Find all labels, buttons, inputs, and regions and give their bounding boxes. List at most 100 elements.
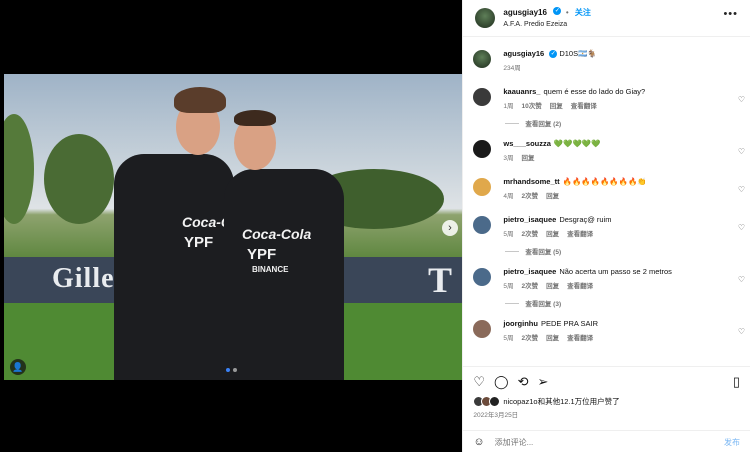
post-button[interactable]: 发布	[724, 437, 740, 448]
reply-button[interactable]: 回复	[522, 152, 535, 162]
comment-username[interactable]: pietro_isaquee	[503, 215, 556, 224]
player-right	[224, 169, 344, 380]
avatar[interactable]	[475, 8, 496, 28]
comment-icon[interactable]: ◯	[494, 374, 509, 390]
emoji-icon[interactable]: ☺	[473, 436, 484, 448]
comment-likes[interactable]: 2次赞	[522, 332, 539, 342]
like-icon[interactable]: ♡	[473, 374, 485, 390]
comment-time: 3周	[503, 155, 514, 162]
likes-summary[interactable]: nicopaz1o和其他12.1万位用户赞了	[463, 390, 750, 407]
instagram-post-modal: Gillette T Coca-Cola YPF Coca-Cola YPF B…	[0, 0, 750, 452]
avatar[interactable]	[473, 320, 492, 338]
like-comment-icon[interactable]: ♡	[738, 223, 745, 232]
verified-badge-icon: ✓	[549, 50, 558, 59]
like-comment-icon[interactable]: ♡	[738, 327, 745, 336]
comment-time: 5周	[503, 231, 514, 238]
comment-likes[interactable]: 2次赞	[522, 280, 539, 290]
comment-item: mrhandsome_tt 🔥🔥🔥🔥🔥🔥🔥🔥👏 4周 2次赞 回复 ♡	[463, 176, 750, 200]
comment-text: Não acerta um passo se 2 metros	[559, 267, 672, 276]
view-replies-label: 查看回复 (2)	[525, 121, 562, 128]
comment-text: PEDE PRA SAIR	[540, 319, 599, 328]
more-options-icon[interactable]: •••	[723, 8, 738, 20]
reply-button[interactable]: 回复	[546, 190, 559, 200]
next-arrow-icon[interactable]: ›	[442, 220, 458, 236]
like-comment-icon[interactable]: ♡	[738, 147, 745, 156]
post-photo[interactable]: Gillette T Coca-Cola YPF Coca-Cola YPF B…	[4, 74, 463, 380]
reply-button[interactable]: 回复	[550, 100, 563, 110]
comment-input[interactable]	[492, 436, 724, 448]
carousel-dots	[226, 368, 237, 372]
kit-sponsor-right-3: BINANCE	[252, 265, 289, 274]
reply-button[interactable]: 回复	[546, 332, 559, 342]
avatar[interactable]	[473, 88, 492, 106]
post-sidebar: agusgiay16 ✓ • 关注 A.F.A. Predio Ezeiza •…	[462, 0, 750, 452]
avatar	[489, 396, 501, 407]
translate-button[interactable]: 查看翻译	[567, 332, 593, 342]
view-replies-button[interactable]: 查看回复 (2)	[503, 118, 738, 128]
comment-time: 5周	[503, 335, 514, 342]
comment-item: joorginhu PEDE PRA SAIR 5周 2次赞 回复 查看翻译 ♡	[463, 318, 750, 342]
view-replies-button[interactable]: 查看回复 (5)	[503, 246, 738, 256]
bookmark-icon[interactable]: ▯	[733, 374, 740, 390]
comment-username[interactable]: mrhandsome_tt	[503, 177, 559, 186]
post-header: agusgiay16 ✓ • 关注 A.F.A. Predio Ezeiza •…	[463, 0, 750, 37]
avatar[interactable]	[473, 140, 492, 158]
post-actions: ♡ ◯ ⟲ ➢ ▯ nicopaz1o和其他12.1万位用户赞了 2022年3月…	[463, 366, 750, 453]
view-replies-label: 查看回复 (5)	[525, 249, 562, 256]
liked-by-text: nicopaz1o和其他12.1万位用户赞了	[503, 397, 620, 406]
reply-button[interactable]: 回复	[546, 228, 559, 238]
divider	[505, 250, 520, 252]
comment-username[interactable]: ws___souzza	[503, 139, 551, 148]
translate-button[interactable]: 查看翻译	[567, 280, 593, 290]
caption-time: 234周	[503, 65, 521, 72]
avatar[interactable]	[473, 268, 492, 286]
comment-username[interactable]: pietro_isaquee	[503, 267, 556, 276]
repost-icon[interactable]: ⟲	[518, 374, 529, 390]
comment-likes[interactable]: 10次赞	[522, 100, 542, 110]
comment-time: 4周	[503, 193, 514, 200]
verified-badge-icon: ✓	[553, 6, 562, 15]
caption-text: D10S🇦🇷🐐	[559, 49, 597, 58]
comment-item: pietro_isaquee Desgraç@ ruim 5周 2次赞 回复 查看翻译 …	[463, 214, 750, 256]
player-left-hair	[174, 87, 226, 113]
share-icon[interactable]: ➢	[538, 374, 549, 390]
comment-username[interactable]: kaauanrs_	[503, 87, 540, 96]
post-location[interactable]: A.F.A. Predio Ezeiza	[503, 19, 591, 31]
avatar[interactable]	[473, 50, 492, 68]
comments-list[interactable]: agusgiay16 ✓ D10S🇦🇷🐐 234周 kaauanrs_ quem é…	[463, 40, 750, 366]
comment-text: 🔥🔥🔥🔥🔥🔥🔥🔥👏	[562, 177, 647, 186]
player-right-hair	[234, 110, 276, 126]
tree	[44, 134, 114, 224]
comment-item: kaauanrs_ quem é esse do lado do Giay? 1周…	[463, 86, 750, 128]
comment-text: 💚💚💚💚💚	[553, 139, 601, 148]
author-username[interactable]: agusgiay16	[503, 8, 547, 17]
avatar[interactable]	[473, 216, 492, 234]
comment-username[interactable]: joorginhu	[503, 319, 538, 328]
comment-time: 5周	[503, 283, 514, 290]
like-comment-icon[interactable]: ♡	[738, 275, 745, 284]
kit-sponsor-right: Coca-Cola	[242, 226, 312, 242]
like-comment-icon[interactable]: ♡	[738, 185, 745, 194]
comment-composer: ☺ 发布	[463, 430, 750, 453]
comment-time: 1周	[503, 103, 514, 110]
follow-button[interactable]: 关注	[575, 8, 591, 17]
user-tag-icon[interactable]: 👤	[10, 359, 26, 375]
comment-text: Desgraç@ ruim	[559, 215, 612, 224]
caption-username[interactable]: agusgiay16	[503, 49, 544, 58]
comment-likes[interactable]: 2次赞	[522, 190, 539, 200]
view-replies-button[interactable]: 查看回复 (3)	[503, 298, 738, 308]
player-left	[114, 154, 234, 380]
comment-item: pietro_isaquee Não acerta um passo se 2 m…	[463, 266, 750, 308]
translate-button[interactable]: 查看翻译	[571, 100, 597, 110]
like-comment-icon[interactable]: ♡	[738, 95, 745, 104]
comment-likes[interactable]: 2次赞	[522, 228, 539, 238]
carousel-dot	[233, 368, 237, 372]
translate-button[interactable]: 查看翻译	[567, 228, 593, 238]
divider	[505, 302, 520, 304]
reply-button[interactable]: 回复	[546, 280, 559, 290]
comment-text: quem é esse do lado do Giay?	[543, 87, 646, 96]
avatar[interactable]	[473, 178, 492, 196]
banner-text-right: T	[428, 260, 453, 300]
kit-sponsor-left-2: YPF	[184, 234, 214, 251]
media-panel: Gillette T Coca-Cola YPF Coca-Cola YPF B…	[0, 0, 463, 452]
